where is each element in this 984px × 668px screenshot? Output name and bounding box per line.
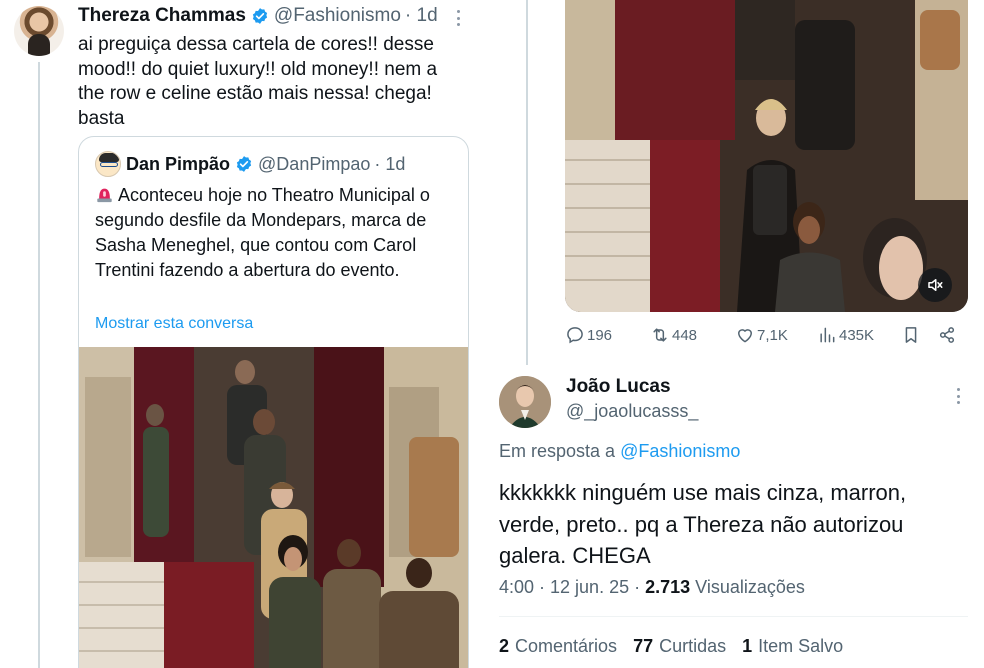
police-light-icon [97,188,112,203]
views-icon [820,327,835,343]
quote-author-name: Dan Pimpão [126,153,231,174]
bookmark-icon [905,327,917,343]
quote-text: Aconteceu hoje no Theatro Municipal o se… [95,183,455,283]
share-icon [939,327,955,343]
bookmark-button[interactable] [901,325,923,345]
reply-to-prefix: Em resposta a [499,441,616,461]
likes-stat[interactable]: 77 Curtidas [633,636,726,657]
quote-author-handle: @DanPimpao [258,153,371,174]
retweet-icon [653,328,667,342]
reply-timestamp[interactable]: 4:00 · 12 jun. 25 · [499,577,640,597]
reply-text: kkkkkkk ninguém use mais cinza, marron, … [499,480,907,568]
reply-button[interactable]: 196 [565,325,612,345]
avatar[interactable] [14,6,64,56]
saves-count: 1 [742,636,753,656]
views-count: 435K [839,326,875,344]
quoted-tweet-card[interactable]: Dan Pimpão @DanPimpao · 1d Aconteceu hoj… [78,136,469,668]
more-options-icon[interactable] [952,386,964,406]
video-player[interactable] [565,0,968,312]
author-name[interactable]: Thereza Chammas [78,5,246,27]
reply-icon [567,327,583,344]
saves-stat[interactable]: 1 Item Salvo [742,636,843,657]
share-button[interactable] [937,325,959,345]
thread-line [38,62,40,668]
reply-context: Em resposta a @Fashionismo [499,441,740,462]
avatar [95,151,121,177]
avatar-art [499,376,551,428]
reply-views-count: 2.713 [645,577,691,597]
saves-label: Item Salvo [758,636,844,656]
runway-photo[interactable] [79,347,468,668]
tweet-text: ai preguiça dessa cartela de cores!! des… [78,34,438,129]
comments-label: Comentários [515,636,618,656]
avatar[interactable] [499,376,551,428]
thread-line [526,0,528,365]
like-count: 7,1K [757,326,788,344]
reply-stats: 2 Comentários 77 Curtidas 1 Item Salvo [499,636,843,657]
quote-header: Dan Pimpão @DanPimpao · 1d [95,151,405,177]
like-icon [738,329,752,343]
video-frame-art [565,0,968,312]
main-tweet: Thereza Chammas @Fashionismo · 1d ai pre… [0,0,488,668]
reply-meta: 4:00 · 12 jun. 25 · 2.713 Visualizações [499,577,805,598]
verified-badge-icon [236,156,252,172]
reply-author-handle[interactable]: @_joaolucasss_ [566,401,698,422]
likes-label: Curtidas [659,636,727,656]
author-handle[interactable]: @Fashionismo [274,5,401,27]
retweet-button[interactable]: 448 [650,325,697,345]
retweet-count: 448 [672,326,698,344]
more-options-icon[interactable] [452,8,464,28]
like-button[interactable]: 7,1K [735,325,788,345]
tweet-time[interactable]: · 1d [405,5,438,27]
likes-count: 77 [633,636,654,656]
divider [499,616,968,617]
reply-views-label: Visualizações [695,577,805,597]
tweet-actions: 196 448 7,1K 435K [565,325,968,349]
comments-stat[interactable]: 2 Comentários [499,636,617,657]
verified-badge-icon [252,8,268,24]
quote-time: · 1d [374,153,406,174]
speaker-mute-glyph [928,279,943,291]
reply-to-mention[interactable]: @Fashionismo [620,441,740,461]
mute-icon[interactable] [918,268,952,302]
reply-count: 196 [587,326,613,344]
reply-author-name[interactable]: João Lucas [566,376,671,398]
quote-text-body: Aconteceu hoje no Theatro Municipal o se… [95,185,430,280]
comments-count: 2 [499,636,510,656]
views-button[interactable]: 435K [817,325,874,345]
tweet-header: Thereza Chammas @Fashionismo · 1d [78,5,438,27]
show-thread-link[interactable]: Mostrar esta conversa [95,315,253,333]
runway-photo-art [79,347,468,668]
